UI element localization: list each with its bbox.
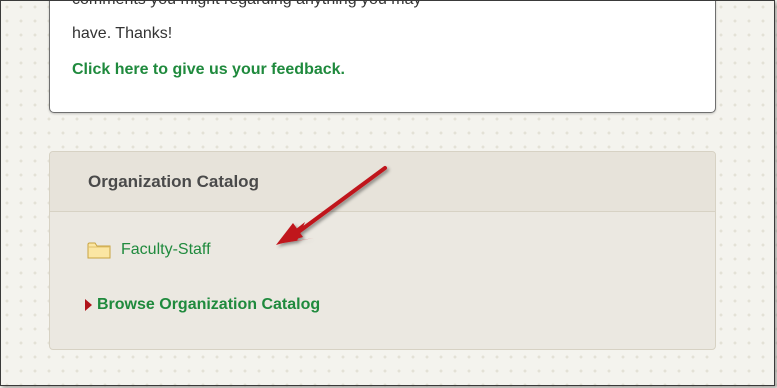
- feedback-cut-text: comments you might regarding anything yo…: [72, 1, 422, 10]
- play-triangle-icon: [85, 299, 92, 311]
- feedback-text: have. Thanks!: [72, 25, 173, 42]
- catalog-item-label: Faculty-Staff: [121, 241, 211, 258]
- screenshot-frame: comments you might regarding anything yo…: [0, 0, 775, 386]
- organization-catalog-panel: Organization Catalog Faculty-Staff Brows…: [49, 151, 716, 350]
- catalog-header: Organization Catalog: [50, 152, 715, 212]
- catalog-item-faculty-staff[interactable]: Faculty-Staff: [87, 239, 211, 261]
- browse-catalog-link[interactable]: Browse Organization Catalog: [85, 295, 320, 315]
- feedback-box: comments you might regarding anything yo…: [49, 1, 716, 113]
- feedback-link[interactable]: Click here to give us your feedback.: [72, 59, 345, 81]
- browse-catalog-label: Browse Organization Catalog: [97, 296, 321, 313]
- folder-icon: [87, 241, 111, 259]
- catalog-title: Organization Catalog: [88, 172, 259, 191]
